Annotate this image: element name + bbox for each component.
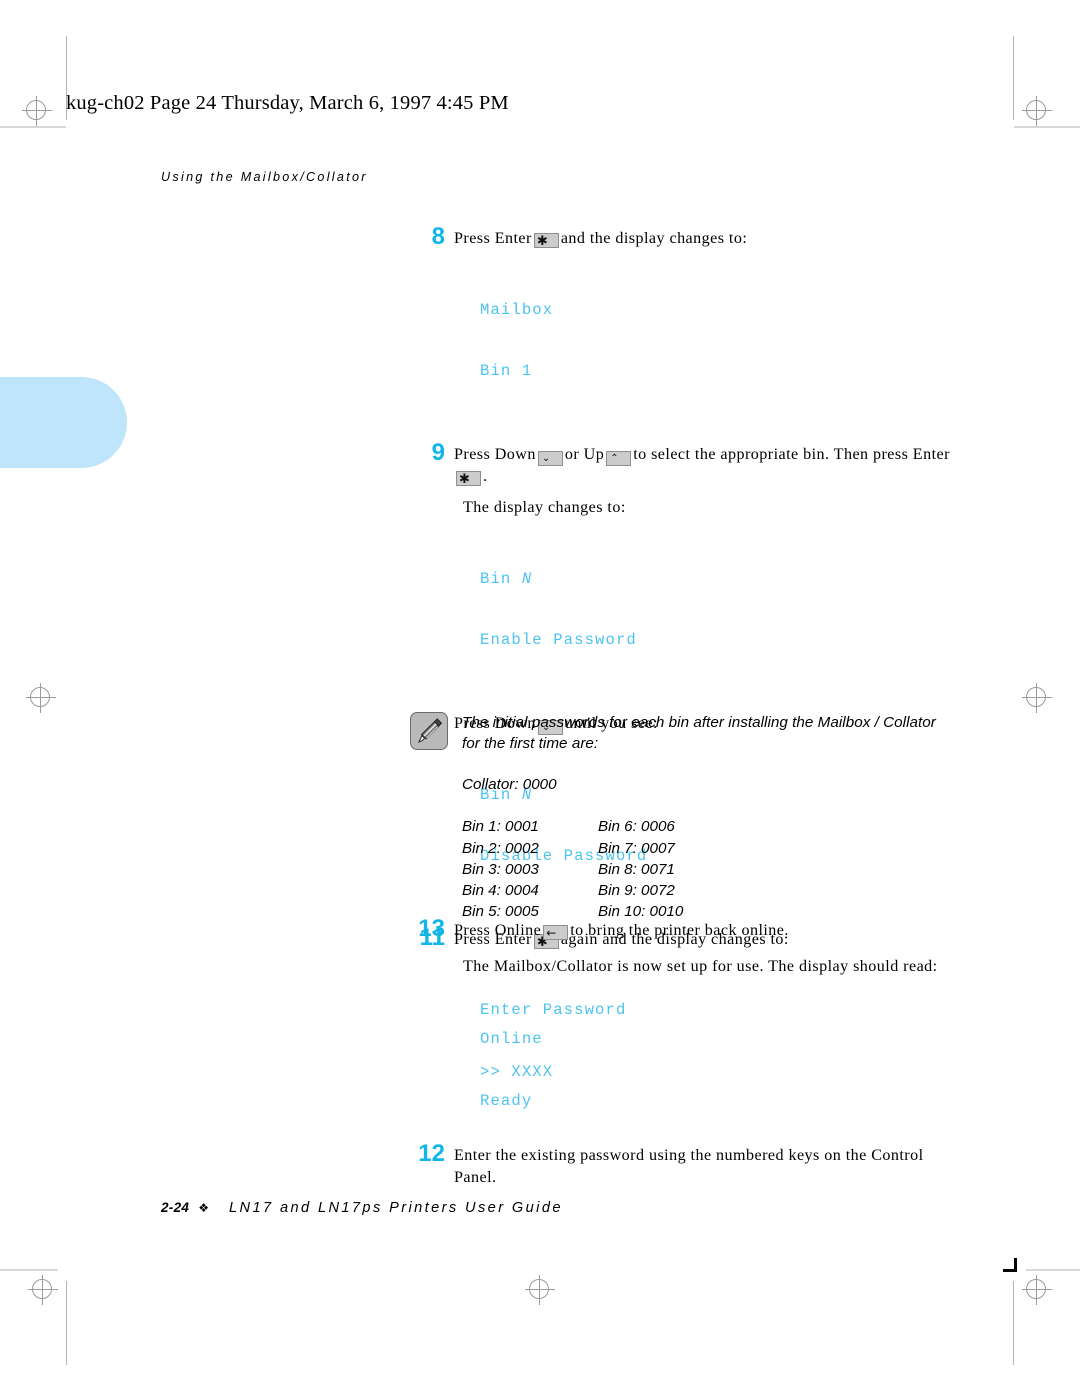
step-text-part: Press Enter xyxy=(454,230,532,247)
step-number: 9 xyxy=(431,438,445,466)
trim-line-bottom-right-h xyxy=(1026,1269,1080,1271)
step-text-part: or Up xyxy=(564,445,605,463)
trim-line-top-right xyxy=(1013,36,1014,120)
trim-line-bottom-right xyxy=(1013,1281,1014,1365)
step-text-part: Press Down xyxy=(454,445,536,463)
lcd-line: Enable Password xyxy=(480,631,637,649)
step-text-part: Press Online xyxy=(454,922,542,939)
bin-password-left: Bin 2: 0002 xyxy=(462,839,539,857)
bin-password-table: Collator: 0000 Bin 1: 0001 Bin 6: 0006 B… xyxy=(462,774,950,923)
lcd-display-step-13: Online Ready xyxy=(480,988,950,1152)
table-row: Bin 4: 0004 Bin 9: 0072 xyxy=(462,880,950,901)
bin-password-right: Bin 8: 0071 xyxy=(598,860,675,878)
table-row: Bin 3: 0003 Bin 8: 0071 xyxy=(462,859,950,880)
bin-password-left: Bin 1: 0001 xyxy=(462,818,539,836)
lcd-line-prefix: Bin xyxy=(480,569,522,588)
lcd-line: Online xyxy=(480,1030,543,1048)
bin-password-right: Bin 6: 0006 xyxy=(598,818,675,836)
step-text-part: to bring the printer back online. xyxy=(570,922,789,939)
step-8: 8 Press Enter ✱ and the display changes to… xyxy=(410,223,950,250)
step-9-followup: The display changes to: xyxy=(463,499,626,516)
pdf-watermark-header: kug-ch02 Page 24 Thursday, March 6, 1997… xyxy=(66,92,509,114)
down-arrow-key-icon: ⌄ xyxy=(537,450,563,466)
bin-password-left: Bin 4: 0004 xyxy=(462,882,539,900)
step-number: 8 xyxy=(431,223,445,250)
note-body-text: The initial passwords for each bin after… xyxy=(462,714,936,752)
procedure-step-list-continued: 13 Press Online ← to bring the printer bac… xyxy=(410,915,950,1152)
lcd-display-step-8: Mailbox Bin 1 xyxy=(480,259,950,423)
registration-mark-bottom-right xyxy=(1022,1275,1052,1305)
lcd-variable: N xyxy=(521,569,533,588)
crop-mark-bottom-right xyxy=(1003,1258,1017,1272)
lcd-line: Ready xyxy=(480,1091,533,1110)
step-13-followup: The Mailbox/Collator is now set up for u… xyxy=(463,957,938,975)
folio-page-number: 2-24 xyxy=(161,1200,190,1215)
collator-password-row: Collator: 0000 xyxy=(462,774,950,795)
bin-password-right: Bin 7: 0007 xyxy=(598,839,675,857)
trim-line-top-left-h xyxy=(0,126,66,128)
collator-password: Collator: 0000 xyxy=(462,776,557,793)
up-arrow-key-icon: ⌃ xyxy=(606,450,632,466)
lcd-display-step-9: Bin N Enable Password xyxy=(480,528,950,692)
bin-password-left: Bin 3: 0003 xyxy=(462,860,539,878)
step-text-part: . xyxy=(483,467,488,485)
registration-mark-mid-right xyxy=(1022,683,1052,713)
chapter-thumb-tab xyxy=(0,377,127,468)
step-text-part: and the display changes to: xyxy=(560,230,748,247)
enter-key-icon: ✱ xyxy=(533,233,559,249)
registration-mark-bottom-center xyxy=(525,1275,555,1305)
step-number: 13 xyxy=(418,915,445,942)
trim-line-bottom-left-h xyxy=(0,1269,58,1271)
footer-book-title: LN17 and LN17ps Printers User Guide xyxy=(229,1200,563,1216)
table-row: Bin 2: 0002 Bin 7: 0007 xyxy=(462,838,950,859)
diamond-icon: ❖ xyxy=(198,1201,209,1215)
table-row: Bin 1: 0001 Bin 6: 0006 xyxy=(462,816,950,837)
step-text: Press Online ← to bring the printer back o… xyxy=(454,920,950,942)
note-callout: The initial passwords for each bin after… xyxy=(410,712,950,923)
lcd-line: Bin 1 xyxy=(480,362,533,380)
page-footer: 2-24 ❖ LN17 and LN17ps Printers User Gui… xyxy=(161,1200,563,1216)
registration-mark-top-right xyxy=(1022,96,1052,126)
lcd-line: Bin N xyxy=(480,569,950,590)
running-head: Using the Mailbox/Collator xyxy=(161,170,368,184)
step-text: Press Enter ✱ and the display changes to: xyxy=(454,228,950,250)
bin-password-right: Bin 9: 0072 xyxy=(598,882,675,900)
registration-mark-mid-left xyxy=(26,683,56,713)
trim-line-bottom-left xyxy=(66,1281,67,1365)
step-text-part: to select the appropriate bin. Then pres… xyxy=(633,445,950,463)
online-key-icon: ← xyxy=(543,925,569,940)
pencil-icon xyxy=(410,712,448,750)
step-text: Press Down ⌄ or Up ⌃ to select the appropria… xyxy=(454,444,950,488)
registration-mark-bottom-left xyxy=(28,1275,58,1305)
enter-key-icon: ✱ xyxy=(456,470,481,487)
registration-mark-top-left xyxy=(22,96,52,126)
step-13: 13 Press Online ← to bring the printer bac… xyxy=(410,915,950,942)
lcd-line: Mailbox xyxy=(480,300,554,319)
step-9: 9 Press Down ⌄ or Up ⌃ to select the appropr… xyxy=(410,438,950,488)
trim-line-top-right-h xyxy=(1014,126,1080,128)
